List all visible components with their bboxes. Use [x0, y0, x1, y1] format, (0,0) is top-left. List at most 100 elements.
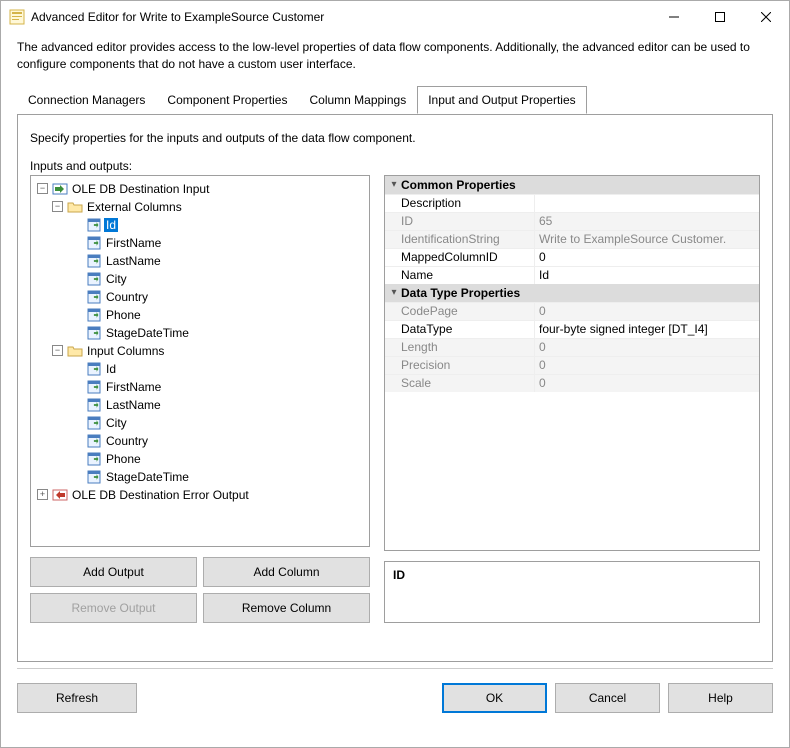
propgrid-row: Scale0 — [385, 374, 759, 392]
prop-key: Name — [385, 267, 535, 284]
tree-node-column[interactable]: Phone — [104, 452, 143, 466]
column-icon — [86, 307, 102, 323]
propgrid-row[interactable]: Description — [385, 194, 759, 212]
prop-value: 0 — [535, 375, 759, 392]
propgrid-row[interactable]: DataTypefour-byte signed integer [DT_I4] — [385, 320, 759, 338]
tree-node-column[interactable]: Id — [104, 362, 118, 376]
tree-node-column[interactable]: Phone — [104, 308, 143, 322]
prop-key: Scale — [385, 375, 535, 392]
folder-icon — [67, 343, 83, 359]
tree-node-column[interactable]: LastName — [104, 254, 163, 268]
column-icon — [86, 415, 102, 431]
minimize-button[interactable] — [651, 1, 697, 33]
column-icon — [86, 361, 102, 377]
titlebar: Advanced Editor for Write to ExampleSour… — [1, 1, 789, 33]
prop-value: 0 — [535, 357, 759, 374]
tree-node-column[interactable]: Country — [104, 290, 150, 304]
propgrid-section-common[interactable]: ▾ Common Properties — [385, 176, 759, 194]
prop-value[interactable]: four-byte signed integer [DT_I4] — [535, 321, 759, 338]
add-column-button[interactable]: Add Column — [203, 557, 370, 587]
column-icon — [86, 451, 102, 467]
column-icon — [86, 325, 102, 341]
propgrid-row[interactable]: NameId — [385, 266, 759, 284]
prop-key: IdentificationString — [385, 231, 535, 248]
prop-key: MappedColumnID — [385, 249, 535, 266]
prop-key: DataType — [385, 321, 535, 338]
prop-value: 0 — [535, 339, 759, 356]
cancel-button[interactable]: Cancel — [555, 683, 660, 713]
help-button[interactable]: Help — [668, 683, 773, 713]
column-icon — [86, 289, 102, 305]
prop-value: Write to ExampleSource Customer. — [535, 231, 759, 248]
tree-node-column[interactable]: Country — [104, 434, 150, 448]
input-icon — [52, 181, 68, 197]
prop-key: Description — [385, 195, 535, 212]
tree-expander[interactable]: − — [37, 183, 48, 194]
collapse-icon[interactable]: ▾ — [387, 287, 401, 298]
prop-key: Length — [385, 339, 535, 356]
tree-node-column[interactable]: StageDateTime — [104, 326, 191, 340]
propgrid-row: ID65 — [385, 212, 759, 230]
prop-value: 65 — [535, 213, 759, 230]
prop-key: Precision — [385, 357, 535, 374]
tree-node-column[interactable]: City — [104, 416, 129, 430]
tree-node-column[interactable]: City — [104, 272, 129, 286]
refresh-button[interactable]: Refresh — [17, 683, 137, 713]
maximize-button[interactable] — [697, 1, 743, 33]
column-icon — [86, 433, 102, 449]
tree-node-column[interactable]: FirstName — [104, 380, 163, 394]
app-icon — [9, 9, 25, 25]
tree-node-column[interactable]: FirstName — [104, 236, 163, 250]
ok-button[interactable]: OK — [442, 683, 547, 713]
property-grid[interactable]: ▾ Common Properties DescriptionID65Ident… — [384, 175, 760, 551]
column-icon — [86, 253, 102, 269]
tree-node-error-output[interactable]: OLE DB Destination Error Output — [70, 488, 251, 502]
tree-expander[interactable]: + — [37, 489, 48, 500]
tab-row: Connection Managers Component Properties… — [17, 86, 773, 115]
tab-content: Specify properties for the inputs and ou… — [17, 114, 773, 662]
tree-section-label: Inputs and outputs: — [30, 159, 760, 173]
close-button[interactable] — [743, 1, 789, 33]
tab-component-properties[interactable]: Component Properties — [156, 86, 298, 114]
prop-value: 0 — [535, 303, 759, 320]
tree-node-destination-input[interactable]: OLE DB Destination Input — [70, 182, 211, 196]
tree-node-column[interactable]: StageDateTime — [104, 470, 191, 484]
prop-value[interactable] — [535, 195, 759, 212]
column-icon — [86, 235, 102, 251]
prop-key: ID — [385, 213, 535, 230]
tree-node-column[interactable]: LastName — [104, 398, 163, 412]
propgrid-row: Precision0 — [385, 356, 759, 374]
column-icon — [86, 217, 102, 233]
window-title: Advanced Editor for Write to ExampleSour… — [31, 10, 651, 24]
propgrid-section-datatype[interactable]: ▾ Data Type Properties — [385, 284, 759, 302]
tree-node-column[interactable]: Id — [104, 218, 118, 232]
prop-key: CodePage — [385, 303, 535, 320]
remove-output-button: Remove Output — [30, 593, 197, 623]
io-tree[interactable]: − OLE DB Destination Input − External Co… — [30, 175, 370, 547]
prop-value[interactable]: 0 — [535, 249, 759, 266]
column-icon — [86, 379, 102, 395]
propgrid-row: Length0 — [385, 338, 759, 356]
column-icon — [86, 397, 102, 413]
tab-connection-managers[interactable]: Connection Managers — [17, 86, 156, 114]
tree-node-input-columns[interactable]: Input Columns — [85, 344, 166, 358]
collapse-icon[interactable]: ▾ — [387, 179, 401, 190]
propgrid-help: ID — [384, 561, 760, 623]
column-icon — [86, 469, 102, 485]
propgrid-row: IdentificationStringWrite to ExampleSour… — [385, 230, 759, 248]
tab-input-output-properties[interactable]: Input and Output Properties — [417, 86, 586, 114]
remove-column-button[interactable]: Remove Column — [203, 593, 370, 623]
prop-value[interactable]: Id — [535, 267, 759, 284]
propgrid-row: CodePage0 — [385, 302, 759, 320]
output-icon — [52, 487, 68, 503]
tree-expander[interactable]: − — [52, 345, 63, 356]
add-output-button[interactable]: Add Output — [30, 557, 197, 587]
tree-node-external-columns[interactable]: External Columns — [85, 200, 184, 214]
folder-icon — [67, 199, 83, 215]
editor-description: The advanced editor provides access to t… — [1, 33, 789, 85]
tab-column-mappings[interactable]: Column Mappings — [298, 86, 417, 114]
propgrid-row[interactable]: MappedColumnID0 — [385, 248, 759, 266]
tree-expander[interactable]: − — [52, 201, 63, 212]
tab-instruction: Specify properties for the inputs and ou… — [30, 131, 760, 145]
column-icon — [86, 271, 102, 287]
